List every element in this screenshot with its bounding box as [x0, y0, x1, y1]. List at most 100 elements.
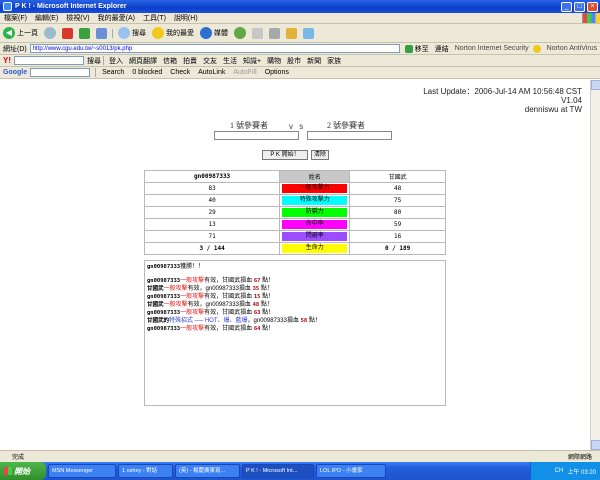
- yahoo-item-translate[interactable]: 網頁翻譯: [126, 56, 160, 66]
- player1-input[interactable]: [214, 131, 299, 140]
- status-bar: 完成 網際網路: [0, 450, 600, 462]
- task-chat[interactable]: 1 oshey - 對話: [118, 464, 173, 478]
- log-attacker: gn00987333: [147, 278, 181, 284]
- url-field[interactable]: http://www.cgu.edu.tw/~s0013/pk.php: [29, 44, 400, 53]
- search-button[interactable]: 搜尋: [115, 27, 149, 39]
- media-button[interactable]: 媒體: [197, 27, 231, 39]
- favorites-button[interactable]: 我的最愛: [149, 27, 197, 39]
- left-stat-value: 13: [143, 218, 281, 231]
- menu-edit[interactable]: 編輯(E): [31, 13, 62, 23]
- log-attacker: gn00987333: [147, 326, 181, 332]
- maximize-button[interactable]: □: [574, 1, 585, 12]
- address-bar: 網址(D) http://www.cgu.edu.tw/~s0013/pk.ph…: [0, 43, 600, 55]
- log-end: 點！: [307, 318, 321, 324]
- log-attacker: 甘國武: [147, 302, 164, 308]
- task-paint[interactable]: LOL IPO - 小畫家: [316, 464, 386, 478]
- go-button[interactable]: 移至: [403, 44, 431, 54]
- yahoo-item-stocks[interactable]: 股市: [284, 56, 304, 66]
- scroll-down-button[interactable]: [591, 440, 600, 450]
- menu-tools[interactable]: 工具(T): [139, 13, 170, 23]
- left-stat-value: 29: [143, 206, 281, 219]
- log-skill: 一般攻擊: [180, 278, 205, 284]
- player2-input[interactable]: [307, 131, 392, 140]
- log-line: 甘國武一般攻擊有效，gn00987333損血 48 點！: [147, 301, 443, 309]
- log-skill: 一般攻擊: [163, 286, 188, 292]
- edit-button[interactable]: [283, 27, 300, 39]
- minimize-button[interactable]: _: [561, 1, 572, 12]
- yahoo-item-shopping[interactable]: 購物: [264, 56, 284, 66]
- home-button[interactable]: [93, 27, 110, 39]
- search-label: 搜尋: [132, 30, 146, 37]
- yahoo-item-login[interactable]: 登入: [106, 56, 126, 66]
- stop-button[interactable]: [59, 27, 76, 39]
- yahoo-toolbar: Y! 搜尋 登入 網頁翻譯 信箱 拍賣 交友 生活 知識+ 購物 股市 新聞 家…: [0, 55, 600, 67]
- task-translate[interactable]: (英) - 楊慶廣東寫...: [175, 464, 240, 478]
- google-logo[interactable]: Google: [3, 69, 27, 76]
- menu-favorites[interactable]: 我的最愛(A): [94, 13, 139, 23]
- windows-flag-icon: [4, 467, 12, 475]
- refresh-button[interactable]: [76, 27, 93, 39]
- options-button[interactable]: Options: [261, 69, 293, 76]
- stats-header-row: gn00987333 姓名 甘國武: [143, 170, 446, 183]
- go-arrow-icon: [404, 44, 413, 53]
- log-line: 甘國武的特殊招式 ── HOT、爆、藍爆，gn00987333損血 58 點！: [147, 317, 443, 325]
- start-button[interactable]: 開始: [0, 462, 46, 480]
- popup-blocker-button[interactable]: 0 blocked: [128, 69, 166, 76]
- yahoo-logo[interactable]: Y!: [3, 56, 11, 65]
- right-stat-value: 48: [349, 182, 446, 195]
- log-end: 點！: [260, 278, 275, 284]
- autofill-button[interactable]: AutoFill: [229, 69, 260, 76]
- clear-button[interactable]: 清除: [311, 150, 329, 160]
- log-attacker: gn00987333: [147, 294, 181, 300]
- menu-view[interactable]: 檢視(V): [62, 13, 93, 23]
- yahoo-item-dating[interactable]: 交友: [200, 56, 220, 66]
- start-label: 開始: [14, 466, 30, 476]
- norton-icon[interactable]: [532, 44, 541, 53]
- log-line: gn00987333一般攻擊有效，甘國武損血 67 點！: [147, 277, 443, 285]
- yahoo-item-knowledge[interactable]: 知識+: [240, 56, 264, 66]
- google-search-button[interactable]: Search: [98, 69, 128, 76]
- back-arrow-icon: ◀: [3, 27, 15, 39]
- language-indicator[interactable]: CH: [555, 468, 564, 474]
- status-text: 完成: [12, 455, 25, 461]
- norton-security-label[interactable]: Norton Internet Security: [455, 45, 529, 52]
- mail-button[interactable]: [249, 27, 266, 39]
- history-icon: [234, 27, 246, 39]
- task-ie[interactable]: P K ! - Microsoft Int...: [242, 464, 314, 478]
- yahoo-search-button[interactable]: 搜尋: [87, 56, 101, 66]
- log-line: gn00987333一般攻擊有效，甘國武損血 63 點！: [147, 309, 443, 317]
- log-end: 點！: [260, 310, 275, 316]
- task-msn[interactable]: MSN Messenger: [48, 464, 116, 478]
- media-label: 媒體: [214, 30, 228, 37]
- log-skill: 一般攻擊: [180, 310, 205, 316]
- log-skill: 一般攻擊: [180, 326, 205, 332]
- autolink-button[interactable]: AutoLink: [194, 69, 229, 76]
- menu-help[interactable]: 說明(H): [170, 13, 202, 23]
- print-button[interactable]: [266, 27, 283, 39]
- back-button[interactable]: ◀ 上一頁: [0, 27, 41, 39]
- norton-antivirus-label[interactable]: Norton AntiVirus: [547, 45, 597, 52]
- close-button[interactable]: ×: [587, 1, 598, 12]
- spell-check-button[interactable]: Check: [166, 69, 194, 76]
- forward-button[interactable]: [41, 27, 59, 39]
- back-label: 上一頁: [17, 30, 38, 37]
- messenger-button[interactable]: [300, 27, 317, 39]
- refresh-icon: [79, 27, 90, 39]
- menu-file[interactable]: 檔案(F): [0, 13, 31, 23]
- home-icon: [96, 27, 107, 39]
- pk-start-button[interactable]: P K 開始！: [262, 150, 308, 160]
- yahoo-item-auction[interactable]: 拍賣: [180, 56, 200, 66]
- yahoo-search-input[interactable]: [14, 56, 84, 65]
- yahoo-item-groups[interactable]: 家族: [324, 56, 344, 66]
- stat-label-cell: 命中率: [279, 218, 351, 231]
- vertical-scrollbar[interactable]: [590, 80, 600, 450]
- google-search-input[interactable]: [30, 68, 91, 77]
- log-effect: 有效，甘國武損血: [204, 294, 254, 300]
- yahoo-item-news[interactable]: 新聞: [304, 56, 324, 66]
- yahoo-item-mail[interactable]: 信箱: [160, 56, 180, 66]
- system-tray: CH 上午 03:20: [530, 462, 600, 480]
- links-label[interactable]: 連結: [435, 44, 449, 54]
- yahoo-item-life[interactable]: 生活: [220, 56, 240, 66]
- scroll-up-button[interactable]: [591, 80, 600, 90]
- history-button[interactable]: [231, 27, 249, 39]
